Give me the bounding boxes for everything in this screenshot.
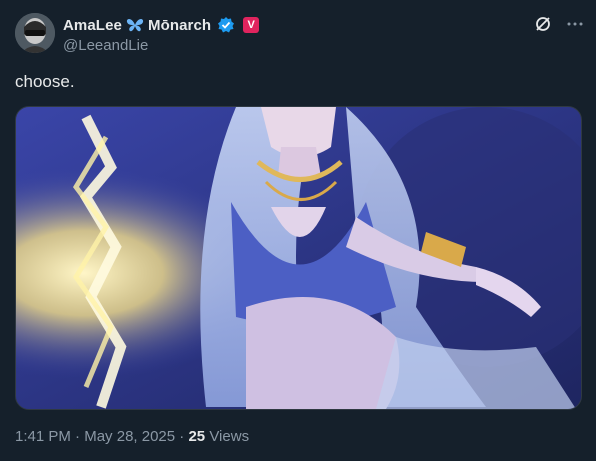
meta-separator: · <box>70 428 85 445</box>
tweet-header: AmaLee Mōnarch V @LeeandLie <box>15 13 584 57</box>
tweet-text: choose. <box>15 72 75 91</box>
tweet-date[interactable]: May 28, 2025 <box>84 428 175 445</box>
tweet-image[interactable] <box>15 106 582 410</box>
butterfly-icon <box>126 17 144 33</box>
v-badge[interactable]: V <box>243 17 260 33</box>
tweet-meta: 1:41 PM · May 28, 2025 · 25 Views <box>15 428 249 445</box>
avatar[interactable] <box>15 13 55 53</box>
grok-icon[interactable] <box>534 15 552 33</box>
views-label: Views <box>205 428 250 445</box>
display-name-second[interactable]: Mōnarch <box>148 17 211 34</box>
meta-separator: · <box>175 428 189 445</box>
more-icon[interactable] <box>566 15 584 33</box>
author-names: AmaLee Mōnarch V @LeeandLie <box>63 15 260 54</box>
display-name-first[interactable]: AmaLee <box>63 17 122 34</box>
handle[interactable]: @LeeandLie <box>63 37 259 54</box>
tweet-time[interactable]: 1:41 PM <box>15 428 71 445</box>
header-actions <box>534 15 584 33</box>
views-count: 25 <box>188 428 206 445</box>
verified-icon[interactable] <box>217 16 235 34</box>
